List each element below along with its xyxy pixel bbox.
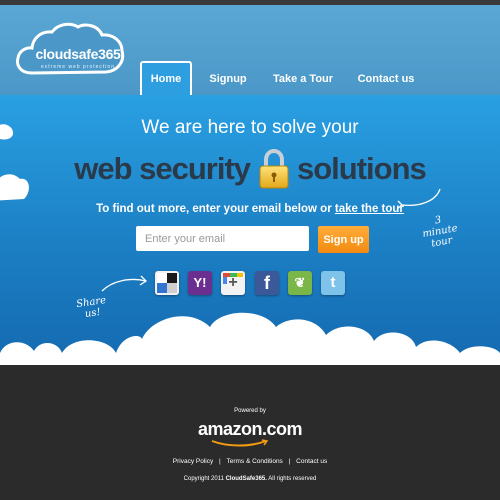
delicious-icon[interactable] [155, 271, 179, 295]
hero: We are here to solve your web security s… [0, 95, 500, 365]
google-plus-glyph: + [228, 274, 238, 291]
powered-by-label: Powered by [234, 408, 266, 414]
nav-home[interactable]: Home [140, 61, 192, 96]
facebook-icon[interactable]: f [255, 271, 279, 295]
link-separator: | [288, 458, 291, 465]
nav-take-a-tour[interactable]: Take a Tour [270, 73, 336, 85]
privacy-policy-link[interactable]: Privacy Policy [173, 458, 213, 465]
cta-text: To find out more, enter your email below… [0, 203, 500, 215]
hero-headline: web security solutions [0, 149, 500, 189]
email-input[interactable] [136, 226, 309, 251]
footer-links: Privacy Policy | Terms & Conditions | Co… [0, 458, 500, 465]
padlock-icon [259, 149, 289, 189]
evernote-icon[interactable]: ❦ [288, 271, 312, 295]
main-nav: Home Signup Take a Tour Contact us [0, 0, 500, 96]
hero-subheading: We are here to solve your [141, 117, 359, 138]
footer: Powered by amazon.com Privacy Policy | T… [0, 365, 500, 500]
nav-signup[interactable]: Signup [205, 73, 251, 85]
copyright-suffix: All rights reserved [268, 476, 317, 482]
google-plus-icon[interactable]: + [221, 271, 245, 295]
nav-contact-us[interactable]: Contact us [355, 73, 417, 85]
amazon-logo[interactable]: amazon.com [0, 419, 500, 447]
copyright: Copyright 2011 CloudSafe365. All rights … [0, 476, 500, 482]
copyright-prefix: Copyright 2011 [183, 476, 224, 482]
headline-left: web security [74, 151, 251, 186]
link-separator: | [219, 458, 221, 465]
yahoo-icon[interactable]: Y! [188, 271, 212, 295]
headline-right: solutions [296, 151, 427, 186]
terms-link[interactable]: Terms & Conditions [226, 458, 282, 465]
signup-button[interactable]: Sign up [318, 226, 369, 253]
footer-contact-link[interactable]: Contact us [296, 458, 327, 465]
copyright-brand: CloudSafe365. [225, 476, 267, 482]
cta-intro: To find out more, enter your email below… [96, 203, 332, 215]
page: cloudsafe365 extreme web protection Home… [0, 0, 500, 500]
amazon-wordmark: amazon.com [197, 419, 303, 439]
amazon-smile-icon [211, 439, 269, 447]
twitter-icon[interactable]: t [321, 271, 345, 295]
take-the-tour-link[interactable]: take the tour [335, 203, 404, 215]
delicious-logo-icon [157, 273, 177, 293]
